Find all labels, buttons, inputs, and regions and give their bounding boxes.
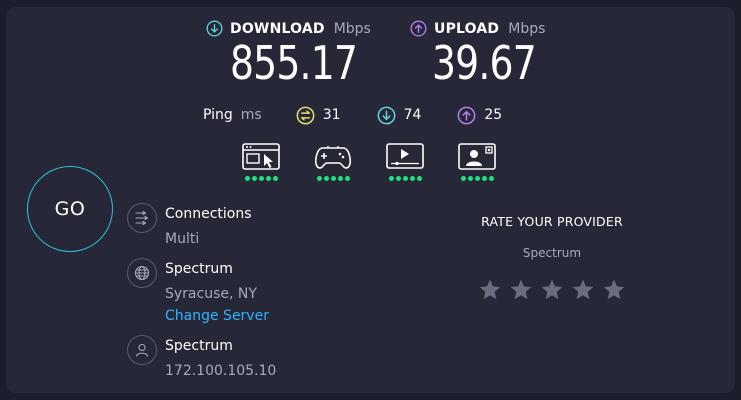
download-speed-value: 855.17 xyxy=(230,36,358,90)
rating-dot xyxy=(323,176,329,181)
rating-dot xyxy=(330,176,336,181)
rating-dot xyxy=(488,176,494,181)
rate-provider-title: RATE YOUR PROVIDER xyxy=(481,214,623,229)
rating-dot xyxy=(395,176,401,181)
star-icon[interactable] xyxy=(478,278,502,302)
rating-dot xyxy=(272,176,278,181)
download-arrow-icon xyxy=(206,20,223,37)
browsing-rating-dots xyxy=(244,176,278,181)
user-icon-circle xyxy=(127,335,157,365)
app-gaming[interactable] xyxy=(314,143,352,181)
rating-dot xyxy=(258,176,264,181)
go-button[interactable]: GO xyxy=(27,166,113,252)
user-icon xyxy=(135,343,149,357)
globe-icon-circle xyxy=(127,258,157,288)
rate-provider-name: Spectrum xyxy=(522,246,582,260)
rating-dot xyxy=(251,176,257,181)
rate-provider: RATE YOUR PROVIDER Spectrum xyxy=(452,214,652,302)
rating-dot xyxy=(474,176,480,181)
video-chat-icon xyxy=(458,143,496,170)
star-icon[interactable] xyxy=(571,278,595,302)
gaming-rating-dots xyxy=(316,176,350,181)
download-unit: Mbps xyxy=(333,20,371,37)
connections-icon-circle xyxy=(127,203,157,233)
rating-dot xyxy=(481,176,487,181)
upload-metric: UPLOAD Mbps 39.67 xyxy=(410,20,559,87)
ping-idle-value: 31 xyxy=(322,107,341,123)
connections-value: Multi xyxy=(165,231,200,247)
connections-title: Connections xyxy=(165,206,252,222)
app-video-streaming[interactable] xyxy=(386,143,424,181)
rating-dot xyxy=(388,176,394,181)
upload-speed-value: 39.67 xyxy=(432,36,537,90)
upload-latency-icon xyxy=(457,106,476,124)
rating-dot xyxy=(416,176,422,181)
ping-row: Ping ms 31 74 25 xyxy=(203,104,538,126)
client-provider: Spectrum xyxy=(165,338,233,354)
rating-dot xyxy=(337,176,343,181)
ping-upload: 25 xyxy=(457,106,502,125)
change-server-link[interactable]: Change Server xyxy=(165,308,269,324)
app-video-chat[interactable] xyxy=(458,143,496,181)
star-icon[interactable] xyxy=(602,278,626,302)
ping-unit: ms xyxy=(240,107,262,123)
browsing-icon xyxy=(242,143,280,170)
idle-latency-icon xyxy=(296,106,315,124)
upload-unit: Mbps xyxy=(508,20,546,37)
rating-dot xyxy=(467,176,473,181)
server-location: Syracuse, NY xyxy=(165,286,257,302)
app-ratings xyxy=(242,143,496,181)
rating-dot xyxy=(316,176,322,181)
video-streaming-icon xyxy=(386,143,424,169)
connections-icon xyxy=(135,210,149,226)
download-latency-icon xyxy=(377,106,395,124)
server-provider: Spectrum xyxy=(165,261,233,277)
rating-dot xyxy=(344,176,350,181)
star-icon[interactable] xyxy=(540,278,564,302)
download-metric: DOWNLOAD Mbps 855.17 xyxy=(206,20,385,87)
rating-dot xyxy=(244,176,250,181)
rating-dot xyxy=(409,176,415,181)
globe-icon xyxy=(134,265,150,281)
ping-download-value: 74 xyxy=(403,107,422,123)
video-streaming-rating-dots xyxy=(388,176,422,181)
upload-label: UPLOAD xyxy=(434,20,500,37)
video-chat-rating-dots xyxy=(460,176,494,181)
client-ip: 172.100.105.10 xyxy=(165,363,277,379)
ping-label: Ping xyxy=(203,107,233,123)
app-browsing[interactable] xyxy=(242,143,280,181)
upload-arrow-icon xyxy=(410,20,427,37)
star-icon[interactable] xyxy=(509,278,533,302)
ping-download: 74 xyxy=(377,106,422,125)
rating-dot xyxy=(402,176,408,181)
rating-dot xyxy=(265,176,271,181)
ping-idle: 31 xyxy=(296,106,341,125)
download-label: DOWNLOAD xyxy=(230,20,325,37)
ping-upload-value: 25 xyxy=(484,107,503,123)
star-rating xyxy=(452,278,652,302)
rating-dot xyxy=(460,176,466,181)
gaming-icon xyxy=(314,146,352,169)
